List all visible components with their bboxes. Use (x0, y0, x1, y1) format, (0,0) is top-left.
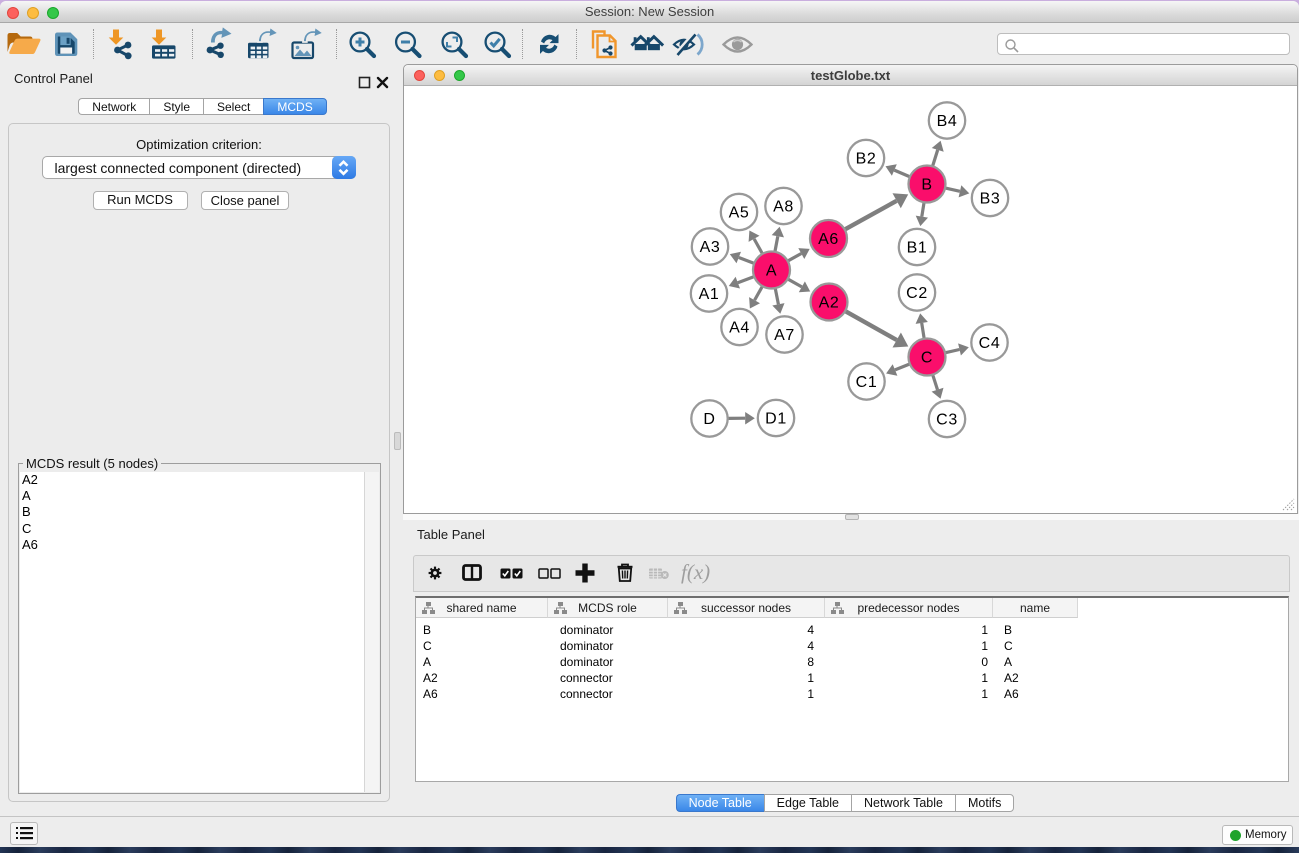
svg-text:D: D (703, 411, 715, 428)
svg-text:B4: B4 (937, 113, 958, 130)
svg-text:B1: B1 (907, 239, 928, 256)
svg-text:C1: C1 (856, 374, 878, 391)
svg-text:D1: D1 (765, 410, 787, 427)
svg-text:A: A (766, 262, 777, 279)
svg-text:A4: A4 (729, 319, 750, 336)
svg-text:C4: C4 (979, 335, 1001, 352)
svg-text:A7: A7 (774, 327, 795, 344)
svg-text:A2: A2 (819, 294, 840, 311)
svg-text:A8: A8 (773, 198, 794, 215)
svg-text:A1: A1 (699, 286, 720, 303)
svg-text:B: B (921, 176, 932, 193)
svg-text:B3: B3 (980, 190, 1001, 207)
svg-text:A6: A6 (818, 231, 839, 248)
svg-text:C3: C3 (936, 411, 958, 428)
svg-text:B2: B2 (856, 150, 877, 167)
svg-text:A3: A3 (700, 239, 721, 256)
svg-text:C: C (921, 349, 933, 366)
svg-text:A5: A5 (729, 204, 750, 221)
svg-text:C2: C2 (906, 285, 928, 302)
